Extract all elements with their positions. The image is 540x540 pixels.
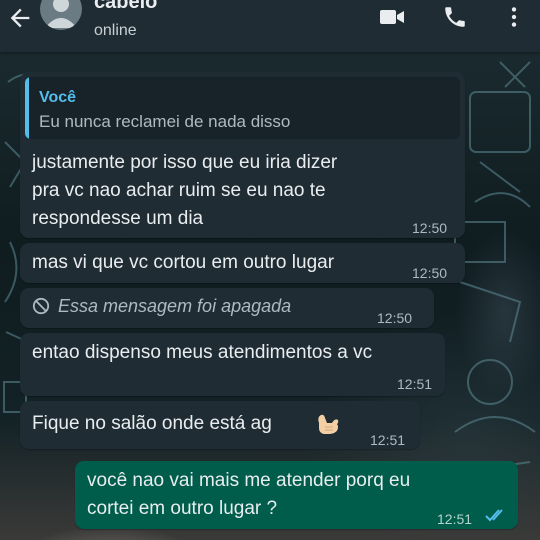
message-time: 12:50 (377, 310, 413, 326)
message-time: 12:51 (370, 432, 406, 448)
incoming-message-bubble[interactable]: entao dispenso meus atendimentos a vc 12… (20, 333, 445, 396)
quoted-message[interactable]: Você Eu nunca reclamei de nada disso (25, 77, 460, 139)
deleted-message-text: Essa mensagem foi apagada (58, 296, 292, 316)
message-text: mas vi que vc cortou em outro lugar (32, 252, 335, 273)
message-time: 12:50 (412, 265, 448, 281)
message-time: 12:51 (437, 511, 473, 527)
message-line: cortei em outro lugar ? (87, 498, 278, 519)
ban-icon (32, 297, 50, 315)
call-me-hand-emoji (318, 414, 339, 434)
message-line: pra vc nao achar ruim se eu nao te (32, 180, 326, 201)
deleted-message-bubble[interactable]: Essa mensagem foi apagada 12:50 (20, 288, 434, 328)
message-line: respondesse um dia (32, 208, 204, 229)
read-receipt-icon (485, 509, 503, 522)
incoming-message-bubble[interactable]: Você Eu nunca reclamei de nada disso jus… (20, 72, 465, 238)
message-time: 12:51 (397, 376, 433, 392)
contact-status: online (94, 22, 137, 39)
message-text: entao dispenso meus atendimentos a vc (32, 342, 373, 363)
incoming-message-bubble[interactable]: Fique no salão onde está ag 12:51 (20, 401, 420, 449)
quote-text: Eu nunca reclamei de nada disso (39, 112, 291, 131)
avatar[interactable] (40, 0, 82, 30)
chat-header: cabelo online (0, 0, 540, 52)
outgoing-message-bubble[interactable]: você nao vai mais me atender porq eu cor… (75, 461, 518, 529)
phone-icon[interactable] (441, 4, 469, 30)
contact-name[interactable]: cabelo (94, 0, 157, 14)
more-vert-icon[interactable] (500, 4, 528, 30)
incoming-message-bubble[interactable]: mas vi que vc cortou em outro lugar 12:5… (20, 243, 465, 283)
default-avatar-icon (45, 0, 77, 28)
back-arrow-icon[interactable] (6, 4, 34, 32)
quote-accent-bar (25, 77, 29, 139)
video-call-icon[interactable] (378, 4, 406, 30)
message-time: 12:50 (412, 220, 448, 236)
message-text: Fique no salão onde está ag (32, 413, 272, 434)
message-line: justamente por isso que eu iria dizer (32, 152, 338, 173)
message-line: você nao vai mais me atender porq eu (87, 470, 411, 491)
